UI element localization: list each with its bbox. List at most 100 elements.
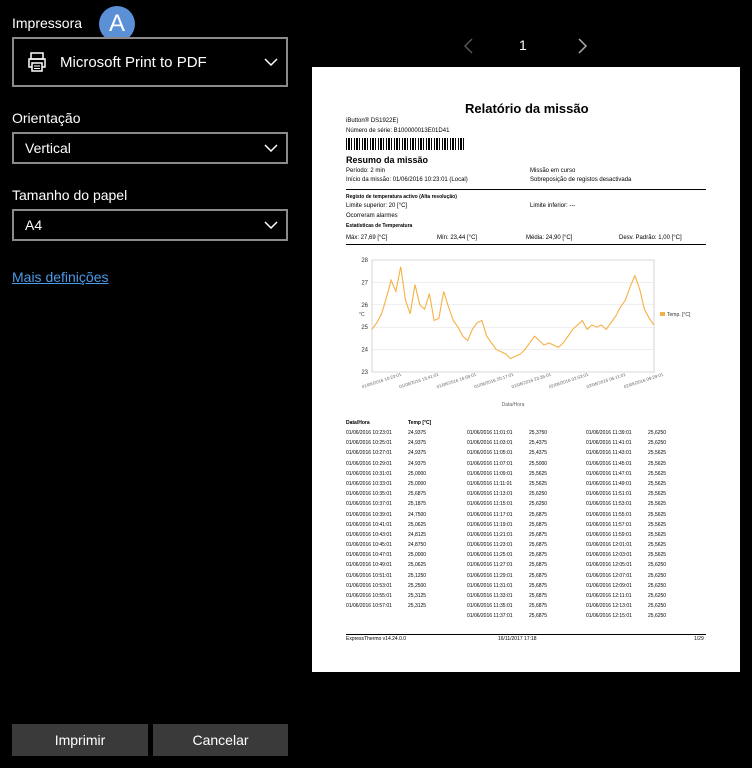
table-cell-date: 01/06/2016 10:29:01	[346, 460, 392, 467]
temperature-chart: 232425262728°C Temp. [°C]01/06/2016 10:23…	[359, 258, 691, 408]
table-cell-date: 01/06/2016 11:17:01	[467, 511, 513, 518]
table-cell-temp: 25,6250	[648, 593, 667, 599]
table-row: 01/06/2016 11:41:01 25,6250	[586, 438, 666, 448]
table-row: 01/06/2016 11:53:01 25,5625	[586, 499, 666, 509]
more-settings-link[interactable]: Mais definições	[12, 269, 109, 285]
table-cell-temp: 25,4375	[529, 450, 548, 457]
table-row: 01/06/2016 11:51:01 25,5625	[586, 489, 666, 499]
table-row: 01/06/2016 10:33:01 25,0000	[346, 479, 426, 489]
chevron-right-icon[interactable]	[578, 38, 588, 54]
table-row: 01/06/2016 11:05:01 25,4375	[467, 448, 547, 458]
table-row: 01/06/2016 10:41:01 25,0625	[346, 520, 426, 530]
table-cell-temp: 25,5000	[529, 460, 548, 467]
orientation-select[interactable]: Vertical	[12, 132, 288, 164]
table-row: 01/06/2016 11:55:01 25,5625	[586, 510, 666, 520]
report-title: Relatório da missão	[465, 101, 589, 116]
table-cell-date: 01/06/2016 11:39:01	[586, 430, 632, 436]
table-cell-date: 01/06/2016 10:51:01	[346, 572, 392, 579]
y-tick-label: 24	[361, 348, 368, 354]
table-row: 01/06/2016 11:43:01 25,5625	[586, 448, 666, 458]
table-cell-date: 01/06/2016 11:15:01	[467, 501, 513, 508]
table-cell-date: 01/06/2016 11:47:01	[586, 470, 632, 477]
y-tick-label: 28	[361, 258, 368, 264]
table-cell-date: 01/06/2016 10:33:01	[346, 480, 392, 487]
barcode	[346, 138, 466, 150]
table-cell-date: 01/06/2016 11:51:01	[586, 491, 632, 498]
table-row: 01/06/2016 11:03:01 25,4375	[467, 438, 547, 448]
stat-max: Máx: 27,69 [°C]	[346, 235, 388, 241]
print-settings-panel: Impressora A Microsoft Print to PDF Orie…	[0, 0, 300, 768]
table-cell-temp: 25,5625	[648, 491, 667, 498]
table-row: 01/06/2016 12:11:01 25,6250	[586, 591, 666, 601]
table-cell-temp: 25,5625	[529, 470, 548, 477]
table-cell-date: 01/06/2016 12:11:01	[586, 593, 632, 599]
table-cell-date: 01/06/2016 10:57:01	[346, 603, 392, 610]
table-cell-date: 01/06/2016 10:39:01	[346, 511, 392, 518]
paper-size-value: A4	[25, 217, 43, 233]
table-cell-temp: 25,6250	[529, 491, 548, 498]
overwrite-status: Sobreposição de registos desactivada	[530, 177, 632, 183]
page-navigator: 1	[455, 36, 595, 56]
table-row: 01/06/2016 11:23:01 25,6875	[467, 540, 547, 550]
table-cell-temp: 25,6875	[529, 511, 548, 518]
cancel-button[interactable]: Cancelar	[153, 724, 288, 756]
chevron-left-icon[interactable]	[463, 38, 473, 54]
table-cell-temp: 25,6875	[408, 491, 427, 498]
table-column-3: 01/06/2016 11:39:01 25,6250 01/06/2016 11:…	[586, 428, 666, 622]
table-cell-date: 01/06/2016 11:23:01	[467, 542, 513, 549]
table-cell-temp: 25,1875	[408, 501, 427, 508]
upper-limit: Limite superior: 20 [°C]	[346, 203, 408, 209]
plot-area	[371, 259, 655, 373]
print-button[interactable]: Imprimir	[12, 724, 148, 756]
table-cell-date: 01/06/2016 12:09:01	[586, 582, 632, 589]
table-row: 01/06/2016 10:47:01 25,0000	[346, 550, 426, 560]
table-cell-temp: 25,5625	[529, 480, 548, 487]
table-cell-temp: 25,0000	[408, 552, 427, 559]
table-cell-temp: 25,0625	[408, 562, 427, 569]
table-row: 01/06/2016 10:53:01 25,2500	[346, 581, 426, 591]
table-row: 01/06/2016 12:03:01 25,5625	[586, 550, 666, 560]
table-cell-date: 01/06/2016 11:09:01	[467, 470, 513, 477]
table-cell-date: 01/06/2016 11:31:01	[467, 582, 513, 589]
stats-title: Estatísticas de Temperatura	[346, 223, 413, 229]
lower-limit: Limite inferior: ---	[530, 203, 576, 209]
table-cell-date: 01/06/2016 11:29:01	[467, 572, 513, 579]
table-row: 01/06/2016 10:35:01 25,6875	[346, 489, 426, 499]
table-cell-date: 01/06/2016 11:19:01	[467, 521, 513, 528]
table-row: 01/06/2016 12:05:01 25,6250	[586, 560, 666, 570]
temp-register: Registo de temperatura activo (Alta reso…	[346, 194, 457, 200]
y-tick-label: 26	[361, 303, 368, 309]
table-row: 01/06/2016 11:09:01 25,5625	[467, 469, 547, 479]
page-number: 1	[519, 37, 527, 53]
stat-std: Desv. Padrão: 1,00 [°C]	[619, 235, 682, 241]
paper-size-select[interactable]: A4	[12, 209, 288, 241]
table-cell-date: 01/06/2016 11:03:01	[467, 440, 513, 447]
period: Período: 2 min	[346, 168, 386, 174]
table-header-date: Data/Hora	[346, 420, 370, 426]
table-cell-temp: 25,6875	[529, 613, 548, 620]
table-cell-temp: 25,3125	[408, 603, 427, 610]
table-row: 01/06/2016 10:31:01 25,0000	[346, 469, 426, 479]
table-cell-date: 01/06/2016 11:13:01	[467, 491, 513, 498]
table-cell-temp: 25,5625	[648, 470, 667, 477]
chevron-down-icon	[264, 58, 278, 66]
table-cell-temp: 25,6875	[529, 552, 548, 559]
table-cell-temp: 25,6250	[648, 613, 667, 620]
table-row: 01/06/2016 11:49:01 25,5625	[586, 479, 666, 489]
table-row: 01/06/2016 10:39:01 24,7500	[346, 510, 426, 520]
table-cell-date: 01/06/2016 11:01:01	[467, 430, 513, 436]
table-row: 01/06/2016 10:37:01 25,1875	[346, 499, 426, 509]
table-cell-temp: 25,6250	[648, 572, 667, 579]
table-cell-temp: 25,5625	[648, 542, 667, 549]
table-row: 01/06/2016 12:15:01 25,6250	[586, 611, 666, 621]
table-cell-temp: 25,0625	[408, 521, 427, 528]
chevron-down-icon	[264, 144, 278, 152]
table-cell-temp: 25,5625	[648, 521, 667, 528]
table-cell-temp: 25,6875	[529, 562, 548, 569]
table-row: 01/06/2016 12:01:01 25,5625	[586, 540, 666, 550]
table-row: 01/06/2016 10:45:01 24,8750	[346, 540, 426, 550]
printer-select[interactable]: Microsoft Print to PDF	[12, 37, 288, 87]
legend-label: Temp. [°C]	[667, 312, 691, 318]
table-cell-date: 01/06/2016 10:31:01	[346, 470, 392, 477]
table-cell-date: 01/06/2016 11:37:01	[467, 613, 513, 620]
